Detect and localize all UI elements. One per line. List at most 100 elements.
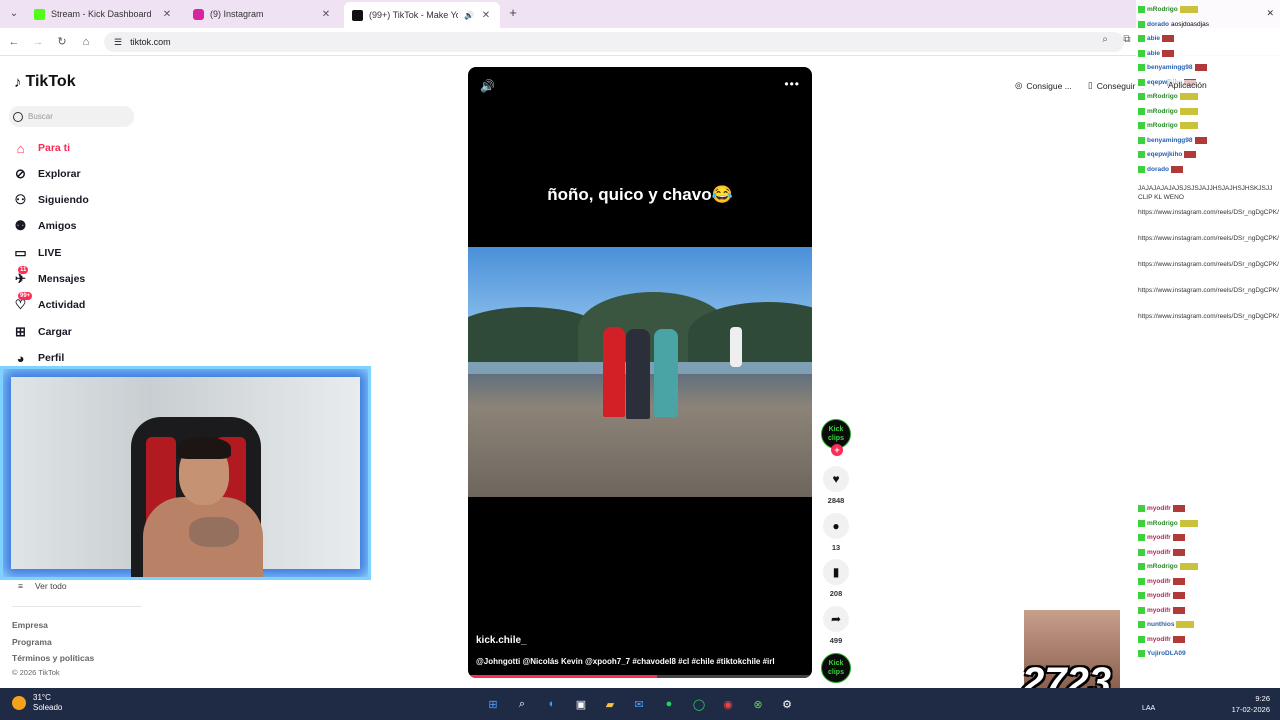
sun-icon [12,696,26,710]
video-player[interactable]: 🔊 ••• ñoño, quico y chavo😂 kick.chile_ @… [468,67,812,678]
search-input[interactable]: Buscar [9,106,134,127]
volume-icon[interactable]: 🔊 [480,79,495,93]
like-button[interactable]: ♥ 2848 [822,466,850,505]
creator-avatar[interactable]: Kick clips + [821,419,851,456]
search-icon[interactable]: ⌕ [513,695,531,713]
chat-username[interactable]: dorado [1147,21,1169,28]
chat-link[interactable]: https://www.instagram.com/reels/DSr_ngDg… [1138,312,1279,321]
xbox-icon[interactable]: ⊗ [749,695,767,713]
close-tab-icon[interactable]: ✕ [161,9,173,20]
language-indicator[interactable]: LAA [1142,705,1155,712]
comment-button[interactable]: ● 13 [822,513,850,552]
chat-username[interactable]: mRodrigo [1147,122,1178,129]
chat-link[interactable]: https://www.instagram.com/reels/DSr_ngDg… [1138,208,1279,217]
more-options-icon[interactable]: ••• [784,77,800,91]
site-info-icon[interactable]: ☰ [114,37,122,48]
chat-username[interactable]: YujiroDLA09 [1147,650,1186,657]
chat-message: mRodrigo [1138,519,1278,527]
chat-username[interactable]: myodifr [1147,549,1171,556]
chat-link[interactable]: https://www.instagram.com/reels/DSr_ngDg… [1138,260,1279,269]
chat-username[interactable]: mRodrigo [1147,6,1178,13]
footer-link-programa[interactable]: Programa [12,637,52,647]
store-icon[interactable]: ▣ [572,695,590,713]
new-tab-button[interactable]: + [506,5,520,20]
chat-username[interactable]: abie [1147,50,1160,57]
sidebar-item-cargar[interactable]: ⊞ Cargar [12,323,72,341]
bookmark-button[interactable]: ▮ 208 [822,559,850,598]
chat-username[interactable]: eqepwjkiho [1147,151,1182,158]
tab-instagram[interactable]: (9) Instagram ✕ [185,3,340,25]
chrome-icon[interactable]: ◉ [719,695,737,713]
chat-emote-icon [1172,505,1185,512]
kick-badge-icon [1138,548,1145,556]
chat-username[interactable]: mRodrigo [1147,93,1178,100]
video-username[interactable]: kick.chile_ [476,635,527,646]
tiktok-logo[interactable]: ♪ TikTok [14,73,76,91]
speaker-icon[interactable]: 🔊 [464,11,474,20]
person-red-shirt [603,327,625,417]
sidebar-item-live[interactable]: ▭ LIVE [12,244,61,262]
video-progress-bar[interactable] [468,675,812,678]
chat-username[interactable]: mRodrigo [1147,520,1178,527]
messages-badge: 11 [18,265,29,274]
chat-emote-icon [1172,548,1185,556]
footer-link-empresa[interactable]: Empresa [12,620,48,630]
chat-username[interactable]: nunthios [1147,621,1174,628]
close-tab-icon[interactable]: ✕ [320,9,332,20]
sidebar-item-amigos[interactable]: ⚉ Amigos [12,217,77,235]
back-icon[interactable]: ← [6,34,22,50]
home-icon[interactable]: ⌂ [78,34,94,50]
chat-username[interactable]: myodifr [1147,607,1171,614]
edge-icon[interactable]: ◐ [543,695,561,713]
windows-start-icon[interactable]: ⊞ [484,695,502,713]
tab-kick-dashboard[interactable]: Stream - Kick Dashboard ✕ [26,3,181,25]
reload-icon[interactable]: ↻ [54,34,70,50]
footer-link-terminos[interactable]: Términos y políticas [12,653,94,663]
tab-search-icon[interactable]: ⌄ [6,6,22,22]
chat-username[interactable]: dorado [1147,166,1169,173]
get-coins-button[interactable]: ◎ Consigue ... [1015,80,1072,91]
chat-username[interactable]: mRodrigo [1147,563,1178,570]
tab-tiktok[interactable]: (99+) TikTok - Make Your Da 🔊 ✕ [344,2,500,28]
clock[interactable]: 9:26 17-02-2026 [1232,693,1270,715]
chat-username[interactable]: mRodrigo [1147,108,1178,115]
whatsapp-icon[interactable]: ◯ [690,695,708,713]
chat-username[interactable]: myodifr [1147,534,1171,541]
install-icon[interactable]: ⧉ [1120,34,1134,45]
chat-username[interactable]: myodifr [1147,636,1171,643]
chat-emote-icon [1179,6,1198,13]
settings-icon[interactable]: ⚙ [778,695,796,713]
chat-link[interactable]: https://www.instagram.com/reels/DSr_ngDg… [1138,286,1279,295]
share-button[interactable]: ➦ 499 [822,606,850,645]
sidebar-item-perfil[interactable]: ◕ Perfil [12,349,65,367]
sidebar-item-mensajes[interactable]: ✈ 11 Mensajes [12,265,85,288]
chat-username[interactable]: myodifr [1147,592,1171,599]
see-all-link[interactable]: ≡ Ver todo [18,581,67,591]
app-button[interactable]: Aplicación [1168,80,1207,90]
weather-widget[interactable]: 31°C Soleado [12,693,62,713]
sidebar-item-actividad[interactable]: ♡ 99+ Actividad [12,291,85,314]
chat-username[interactable]: benyamingg98 [1147,137,1193,144]
chat-message: mRodrigo [1138,107,1278,115]
music-disc-avatar[interactable]: Kick clips [821,653,851,683]
sidebar-item-explorar[interactable]: ⊘ Explorar [12,165,81,183]
sidebar-item-siguiendo[interactable]: ⚇ Siguiendo [12,191,89,209]
chat-long-message: JAJAJAJAJAJSJSJSJAJJHSJAJHSJHSKJSJJ CLIP… [1138,185,1273,201]
chat-username[interactable]: myodifr [1147,578,1171,585]
person-teal-shirt [654,329,678,417]
folder-icon[interactable]: ▰ [601,695,619,713]
follow-plus-icon[interactable]: + [831,444,843,456]
chat-username[interactable]: abie [1147,35,1160,42]
kick-badge-icon [1138,165,1145,173]
chat-emote-icon [1162,49,1175,57]
sidebar-item-para-ti[interactable]: ⌂ Para ti [12,139,71,157]
chat-username[interactable]: benyamingg98 [1147,64,1193,71]
close-tab-icon[interactable]: ✕ [480,10,492,21]
chat-link[interactable]: https://www.instagram.com/reels/DSr_ngDg… [1138,234,1279,243]
zoom-icon[interactable]: ⌕ [1098,34,1112,45]
address-bar[interactable]: ☰ tiktok.com [104,32,1124,52]
forward-icon[interactable]: → [30,34,46,50]
mail-icon[interactable]: ✉ [630,695,648,713]
chat-username[interactable]: myodifr [1147,505,1171,512]
spotify-icon[interactable]: ● [660,695,678,713]
